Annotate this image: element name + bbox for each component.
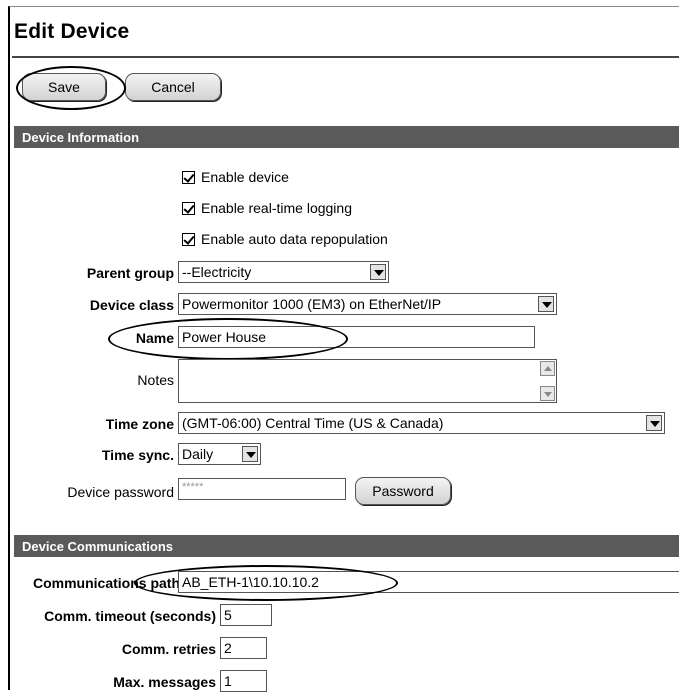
enable-auto-repopulation-row[interactable]: Enable auto data repopulation	[182, 231, 388, 247]
max-messages-input[interactable]: 1	[220, 670, 267, 692]
password-button[interactable]: Password	[355, 477, 451, 505]
parent-group-select[interactable]: --Electricity	[178, 261, 389, 283]
chevron-down-icon[interactable]	[370, 264, 386, 280]
notes-textarea[interactable]	[178, 359, 557, 403]
device-password-input[interactable]: *****	[178, 478, 346, 500]
cancel-button[interactable]: Cancel	[125, 73, 221, 101]
communications-path-input[interactable]: AB_ETH-1\10.10.10.2	[178, 571, 679, 593]
comm-retries-label: Comm. retries	[121, 641, 216, 657]
enable-device-row[interactable]: Enable device	[182, 169, 289, 185]
parent-group-label: Parent group	[86, 265, 174, 281]
time-zone-select[interactable]: (GMT-06:00) Central Time (US & Canada)	[178, 412, 665, 434]
device-communications-header: Device Communications	[14, 535, 679, 557]
scroll-down-icon[interactable]	[540, 386, 555, 401]
parent-group-value: --Electricity	[182, 264, 252, 280]
enable-realtime-logging-label: Enable real-time logging	[201, 200, 352, 216]
enable-device-checkbox[interactable]	[182, 170, 195, 184]
time-zone-label: Time zone	[105, 416, 174, 432]
time-sync-label: Time sync.	[101, 447, 174, 463]
device-information-header: Device Information	[14, 126, 679, 148]
chevron-down-icon[interactable]	[242, 446, 258, 462]
enable-realtime-logging-checkbox[interactable]	[182, 201, 195, 215]
notes-label: Notes	[137, 372, 174, 388]
time-zone-value: (GMT-06:00) Central Time (US & Canada)	[182, 415, 444, 431]
device-class-select[interactable]: Powermonitor 1000 (EM3) on EtherNet/IP	[178, 293, 557, 315]
name-input[interactable]: Power House	[178, 326, 535, 348]
device-class-value: Powermonitor 1000 (EM3) on EtherNet/IP	[182, 296, 442, 312]
chevron-down-icon[interactable]	[646, 415, 662, 431]
chevron-down-icon[interactable]	[538, 296, 554, 312]
comm-timeout-input[interactable]: 5	[220, 604, 272, 626]
time-sync-select[interactable]: Daily	[178, 443, 261, 465]
enable-realtime-logging-row[interactable]: Enable real-time logging	[182, 200, 352, 216]
enable-auto-repopulation-label: Enable auto data repopulation	[201, 231, 388, 247]
enable-auto-repopulation-checkbox[interactable]	[182, 232, 195, 246]
enable-device-label: Enable device	[201, 169, 289, 185]
device-password-label: Device password	[67, 484, 174, 500]
max-messages-label: Max. messages	[113, 674, 216, 690]
save-button[interactable]: Save	[22, 73, 106, 101]
device-class-label: Device class	[89, 297, 174, 313]
communications-path-label: Communications path	[32, 575, 180, 591]
time-sync-value: Daily	[182, 446, 214, 462]
page-title: Edit Device	[14, 20, 130, 43]
name-label: Name	[135, 330, 174, 346]
scroll-up-icon[interactable]	[540, 361, 555, 376]
title-divider	[12, 56, 679, 58]
comm-retries-input[interactable]: 2	[220, 637, 267, 659]
comm-timeout-label: Comm. timeout (seconds)	[44, 608, 216, 624]
